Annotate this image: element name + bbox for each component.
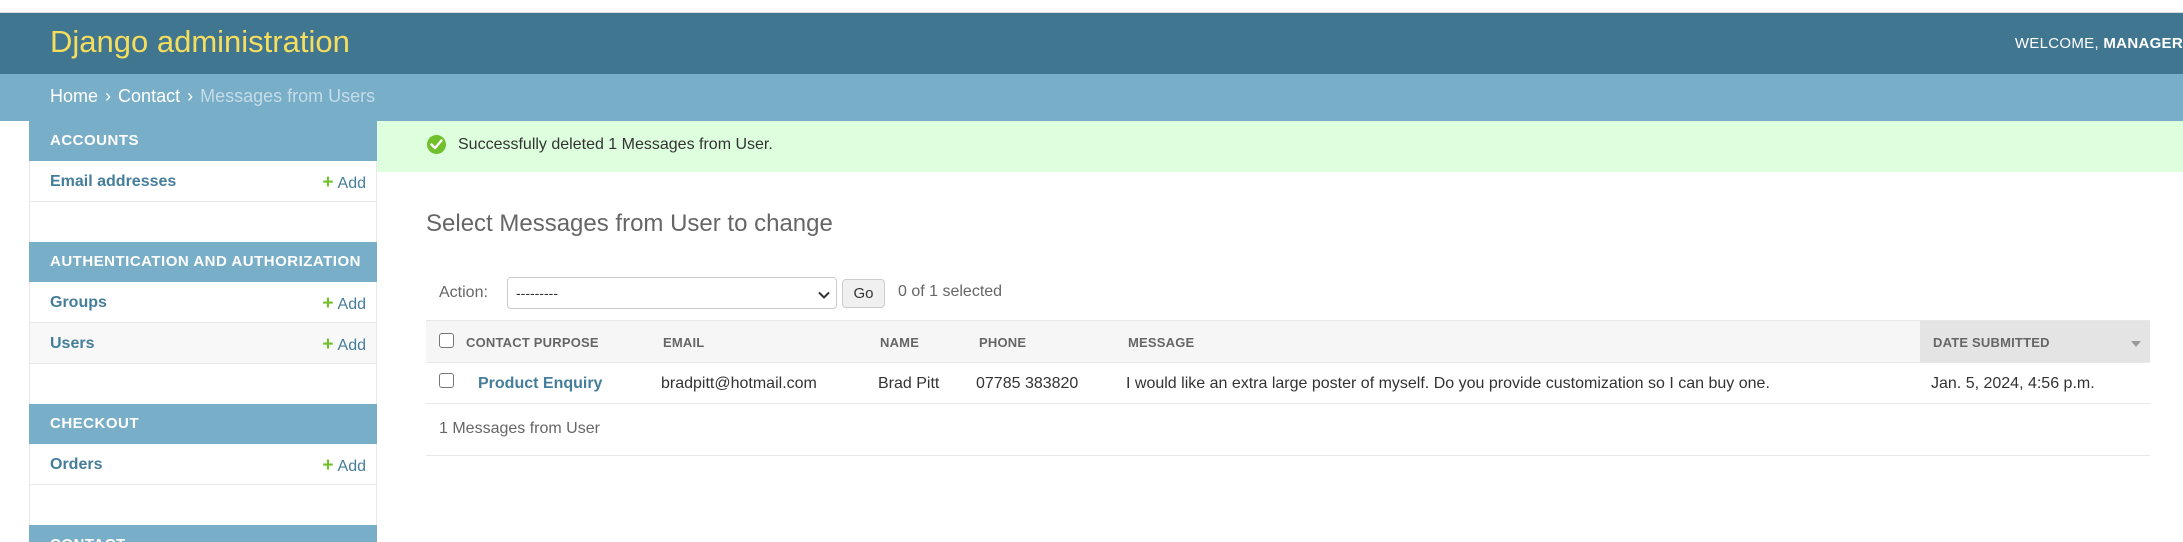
username: MANAGER [2103,35,2183,52]
module-accounts: Accounts Email addresses + Add [29,121,377,242]
module-contact: Contact [29,525,377,542]
sidebar-item-users: Users + Add [29,323,377,364]
sidebar-item-email-addresses: Email addresses + Add [29,161,377,202]
site-header: Django administration WELCOME, MANAGER [0,13,2183,74]
plus-icon: + [322,334,334,355]
welcome-text: WELCOME, [2014,35,2099,52]
sidebar-item-orders: Orders + Add [29,444,377,485]
app-sidebar: Accounts Email addresses + Add Authentica… [29,121,377,542]
add-label: Add [337,337,366,354]
breadcrumb-current: Messages from Users [200,86,376,106]
contact-purpose-link[interactable]: Product Enquiry [478,375,602,393]
model-link[interactable]: Groups [50,294,107,312]
cell-date-submitted: Jan. 5, 2024, 4:56 p.m. [1931,375,2095,392]
select-all-checkbox[interactable] [439,333,454,348]
column-header-date-submitted[interactable]: Date submitted [1920,321,2150,362]
add-link[interactable]: + Add [322,172,366,194]
module-caption[interactable]: Checkout [29,404,377,444]
table-header: Contact purpose Email Name Phone Message… [426,320,2150,363]
breadcrumb-app[interactable]: Contact [118,86,180,106]
breadcrumb-separator: › [187,86,194,106]
column-header-message[interactable]: Message [1128,335,1194,350]
sort-arrow-icon [2131,341,2141,347]
module-spacer [29,202,377,242]
add-label: Add [337,458,366,475]
chevron-down-icon [818,287,830,303]
model-link[interactable]: Orders [50,456,102,474]
sidebar-item-groups: Groups + Add [29,282,377,323]
column-header-name[interactable]: Name [880,335,919,350]
add-link[interactable]: + Add [322,334,366,356]
site-brand[interactable]: Django administration [50,24,350,60]
action-label: Action: [439,284,488,301]
page-title: Select Messages from User to change [426,210,833,237]
selection-counter: 0 of 1 selected [898,283,1003,300]
actions-bar: Action: --------- Go 0 of 1 selected [426,277,2150,312]
result-count: 1 Messages from User [439,420,600,437]
success-message: Successfully deleted 1 Messages from Use… [377,121,2183,172]
cell-phone: 07785 383820 [976,375,1079,392]
go-button[interactable]: Go [842,279,885,308]
table-row: Product Enquiry bradpitt@hotmail.com Bra… [426,363,2150,404]
cell-email: bradpitt@hotmail.com [661,375,817,392]
module-spacer [29,364,377,404]
module-caption[interactable]: Contact [29,525,377,542]
column-header-contact-purpose[interactable]: Contact purpose [466,335,599,350]
action-select[interactable]: --------- [507,277,837,309]
breadcrumb-separator: › [105,86,112,106]
add-label: Add [337,296,366,313]
module-caption[interactable]: Accounts [29,121,377,161]
model-link[interactable]: Users [50,335,94,353]
user-tools: WELCOME, MANAGER [2015,35,2183,52]
model-link[interactable]: Email addresses [50,173,176,191]
column-header-phone[interactable]: Phone [979,335,1026,350]
module-spacer [29,485,377,525]
add-label: Add [337,175,366,192]
plus-icon: + [322,172,334,193]
plus-icon: + [322,455,334,476]
breadcrumb-home[interactable]: Home [50,86,98,106]
add-link[interactable]: + Add [322,455,366,477]
module-caption[interactable]: Authentication and Authorization [29,242,377,282]
action-selected-value: --------- [516,285,558,301]
paginator: 1 Messages from User [426,404,2150,456]
breadcrumb: Home › Contact › Messages from Users [0,74,2183,121]
column-header-label: Date submitted [1933,335,2050,350]
row-checkbox[interactable] [439,373,454,388]
success-check-icon [427,135,446,154]
message-text: Successfully deleted 1 Messages from Use… [458,136,773,153]
plus-icon: + [322,293,334,314]
module-checkout: Checkout Orders + Add [29,404,377,525]
browser-top-strip [0,0,2183,13]
cell-name: Brad Pitt [878,375,940,392]
add-link[interactable]: + Add [322,293,366,315]
column-header-email[interactable]: Email [663,335,704,350]
module-authentication: Authentication and Authorization Groups … [29,242,377,404]
results-table: Contact purpose Email Name Phone Message… [426,320,2150,456]
cell-message: I would like an extra large poster of my… [1126,375,1770,392]
